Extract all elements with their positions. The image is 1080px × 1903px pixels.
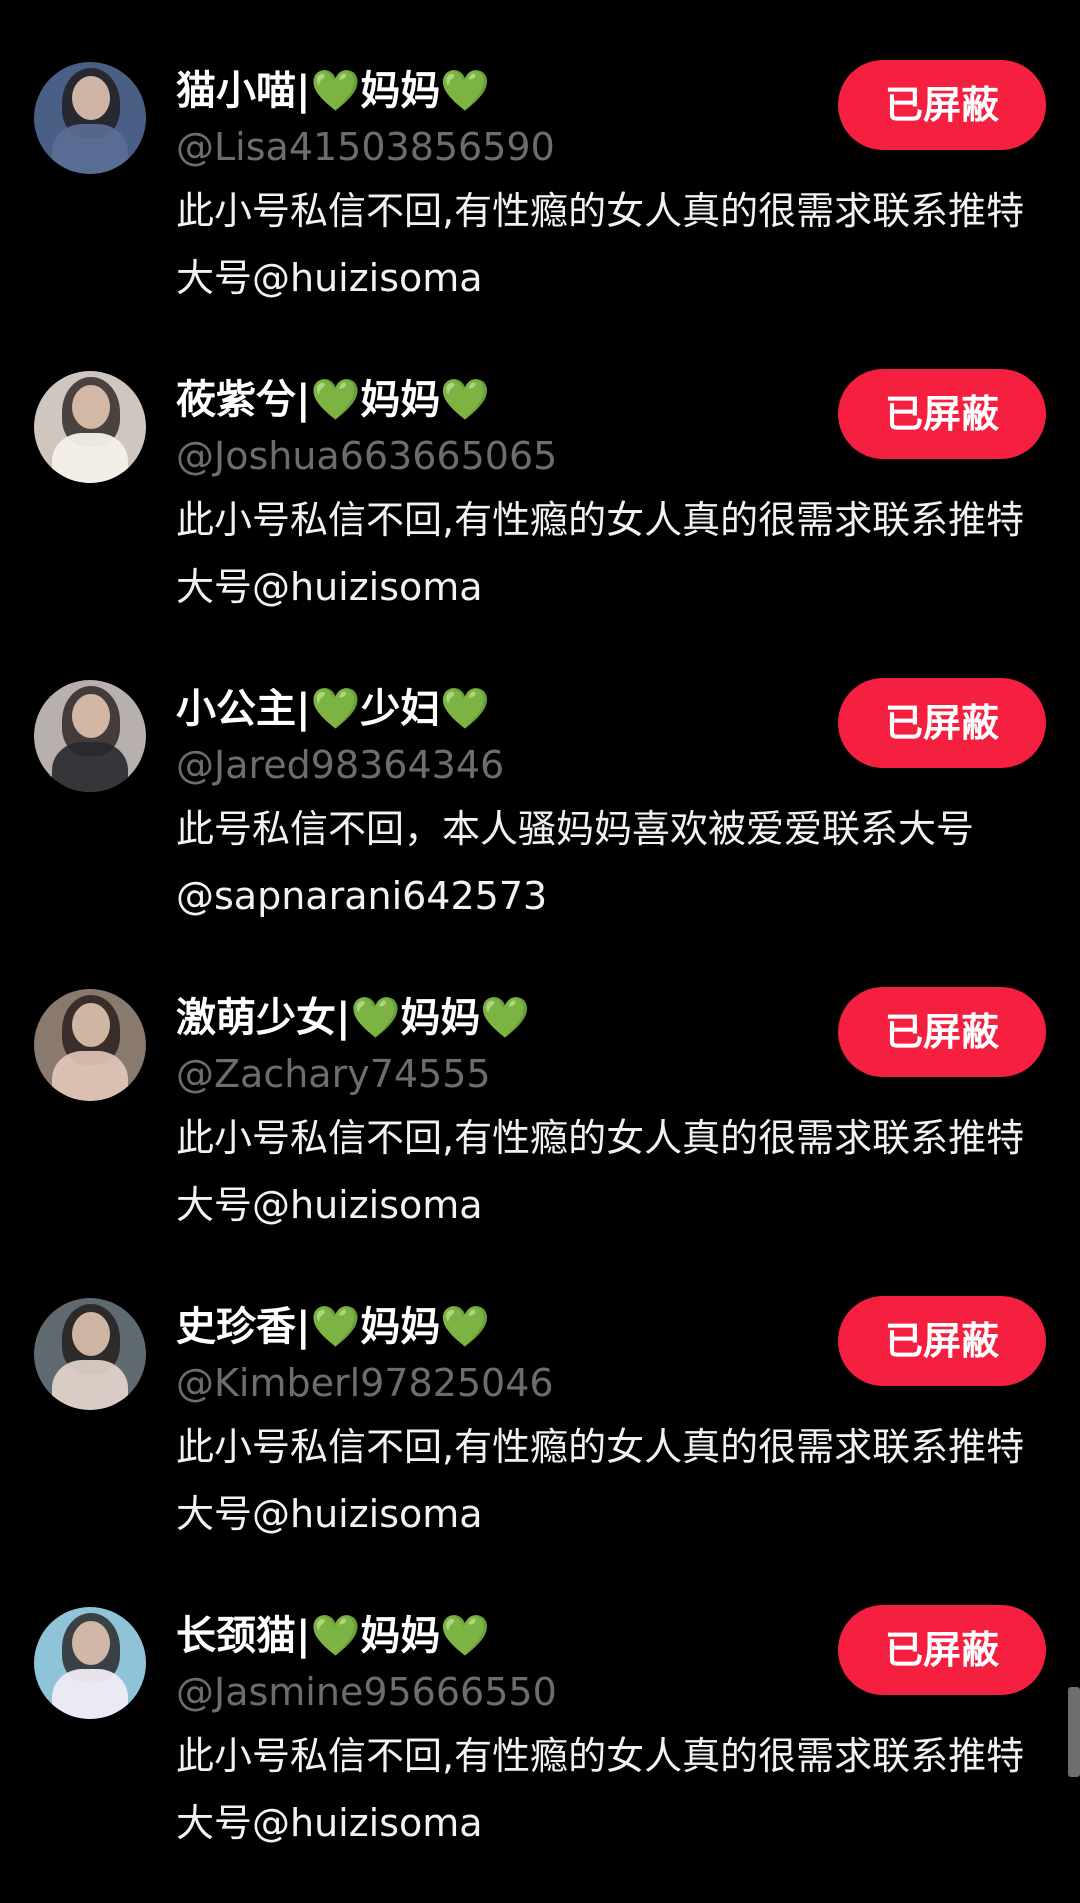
- user-display-name: 小公主|💚少妇💚: [176, 686, 491, 732]
- avatar[interactable]: [34, 62, 146, 174]
- blocked-user-row[interactable]: 小公主|💚少妇💚 @Jared98364346 此号私信不回，本人骚妈妈喜欢被爱…: [0, 618, 1080, 918]
- blocked-user-row[interactable]: 史珍香|💚妈妈💚 @Kimberl97825046 此小号私信不回,有性瘾的女人…: [0, 1236, 1080, 1536]
- avatar[interactable]: [34, 680, 146, 792]
- avatar[interactable]: [34, 1607, 146, 1719]
- user-bio: 此小号私信不回,有性瘾的女人真的很需求联系推特大号@huizisoma: [176, 189, 1025, 300]
- user-display-name: 长颈猫|💚妈妈💚: [176, 1613, 491, 1659]
- user-bio: 此小号私信不回,有性瘾的女人真的很需求联系推特大号@huizisoma: [176, 498, 1025, 609]
- user-display-name: 激萌少女|💚妈妈💚: [176, 995, 531, 1041]
- blocked-user-row[interactable]: 激萌少女|💚妈妈💚 @Zachary74555 此小号私信不回,有性瘾的女人真的…: [0, 927, 1080, 1227]
- avatar[interactable]: [34, 1298, 146, 1410]
- user-handle: @Kimberl97825046: [176, 1361, 554, 1405]
- user-handle: @Jasmine95666550: [176, 1670, 557, 1714]
- blocked-accounts-list: 猫小喵|💚妈妈💚 @Lisa41503856590 此小号私信不回,有性瘾的女人…: [0, 0, 1080, 1903]
- avatar[interactable]: [34, 989, 146, 1101]
- scrollbar-thumb[interactable]: [1068, 1687, 1080, 1777]
- blocked-user-row[interactable]: 莜紫兮|💚妈妈💚 @Joshua663665065 此小号私信不回,有性瘾的女人…: [0, 309, 1080, 609]
- avatar[interactable]: [34, 371, 146, 483]
- blocked-toggle-button[interactable]: 已屏蔽: [838, 60, 1046, 150]
- blocked-toggle-button[interactable]: 已屏蔽: [838, 1296, 1046, 1386]
- user-display-name: 猫小喵|💚妈妈💚: [176, 68, 491, 114]
- blocked-toggle-button[interactable]: 已屏蔽: [838, 987, 1046, 1077]
- blocked-user-row[interactable]: 长颈猫|💚妈妈💚 @Jasmine95666550 此小号私信不回,有性瘾的女人…: [0, 1545, 1080, 1845]
- blocked-toggle-button[interactable]: 已屏蔽: [838, 1605, 1046, 1695]
- blocked-toggle-button[interactable]: 已屏蔽: [838, 678, 1046, 768]
- user-bio: 此小号私信不回,有性瘾的女人真的很需求联系推特大号@huizisoma: [176, 1116, 1025, 1227]
- blocked-user-row[interactable]: 猫小喵|💚妈妈💚 @Lisa41503856590 此小号私信不回,有性瘾的女人…: [0, 0, 1080, 300]
- user-bio: 此号私信不回，本人骚妈妈喜欢被爱爱联系大号@sapnarani642573: [176, 807, 975, 918]
- user-bio: 此小号私信不回,有性瘾的女人真的很需求联系推特大号@huizisoma: [176, 1734, 1025, 1845]
- user-display-name: 史珍香|💚妈妈💚: [176, 1304, 491, 1350]
- user-display-name: 莜紫兮|💚妈妈💚: [176, 377, 491, 423]
- user-handle: @Lisa41503856590: [176, 125, 555, 169]
- user-handle: @Jared98364346: [176, 743, 505, 787]
- blocked-toggle-button[interactable]: 已屏蔽: [838, 369, 1046, 459]
- user-handle: @Zachary74555: [176, 1052, 491, 1096]
- user-handle: @Joshua663665065: [176, 434, 558, 478]
- user-bio: 此小号私信不回,有性瘾的女人真的很需求联系推特大号@huizisoma: [176, 1425, 1025, 1536]
